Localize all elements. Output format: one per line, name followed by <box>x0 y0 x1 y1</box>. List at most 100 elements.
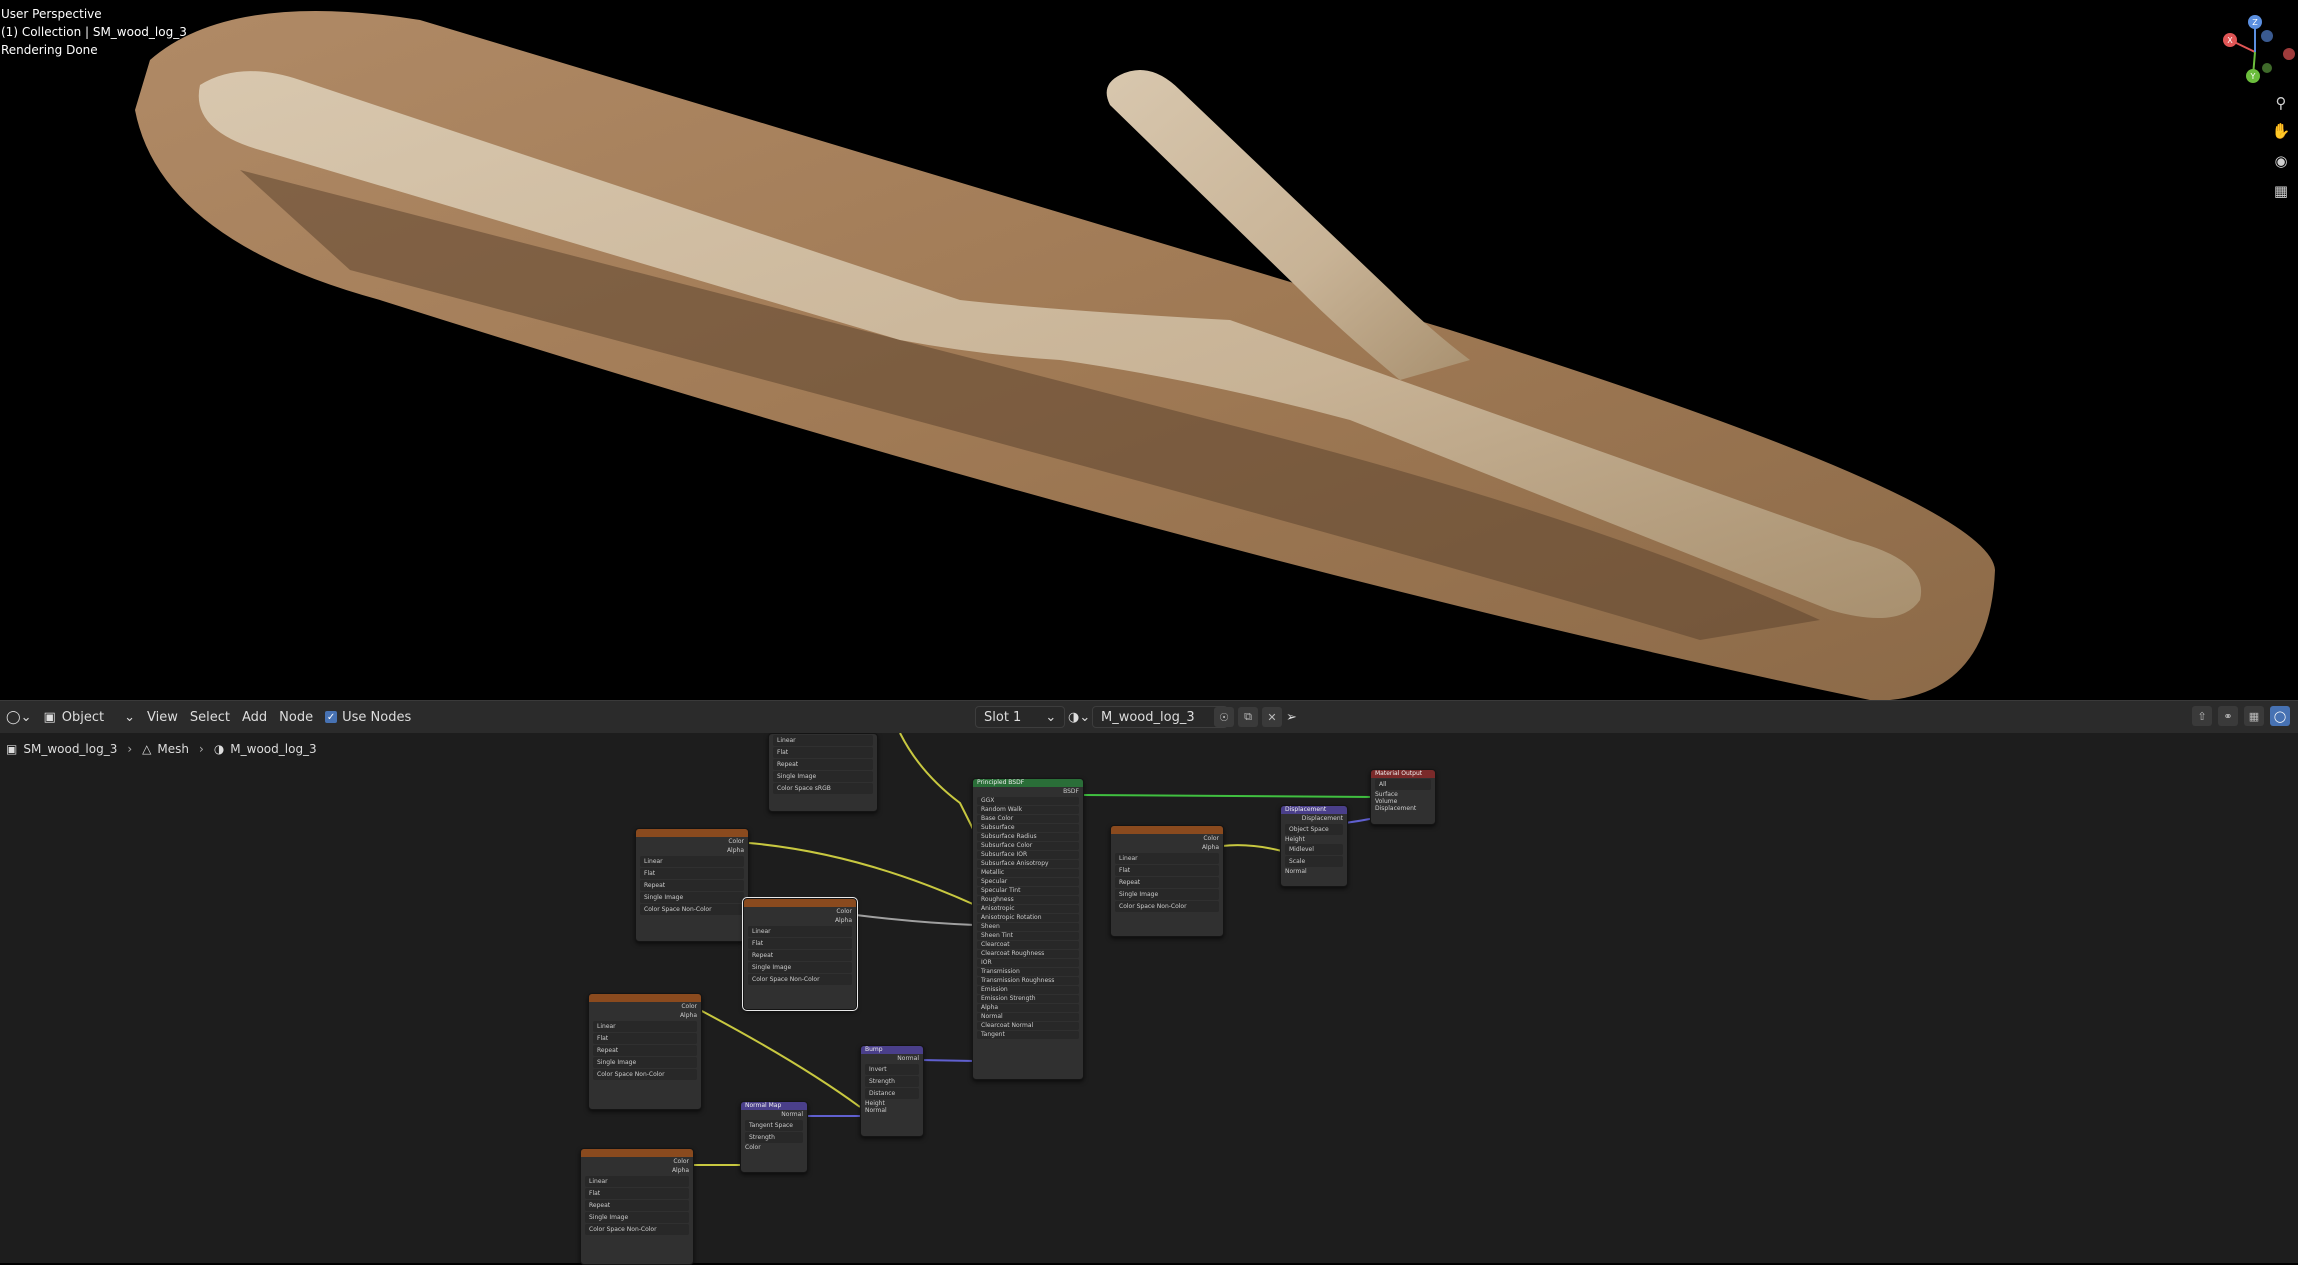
image-row-linear[interactable]: Linear <box>1115 853 1219 864</box>
node-header[interactable] <box>1111 826 1223 834</box>
node-editor[interactable]: Linear Flat Repeat Single Image Color Sp… <box>0 733 2298 1265</box>
zoom-icon[interactable]: ⚲ <box>2270 92 2292 114</box>
image-texture-node-bottom[interactable]: Color Alpha Linear Flat Repeat Single Im… <box>580 1148 694 1265</box>
node-header[interactable] <box>581 1149 693 1157</box>
breadcrumb-mesh[interactable]: △ Mesh <box>136 742 195 756</box>
bsdf-input-row[interactable]: Tangent <box>977 1031 1079 1039</box>
hand-pan-icon[interactable]: ✋ <box>2270 120 2292 142</box>
color-space-row[interactable]: Color Space Non-Color <box>748 974 852 985</box>
bsdf-input-row[interactable]: Clearcoat Roughness <box>977 950 1079 958</box>
bsdf-input-row[interactable]: Sheen <box>977 923 1079 931</box>
color-space-row[interactable]: Color Space Non-Color <box>1115 901 1219 912</box>
material-output-header[interactable]: Material Output <box>1371 770 1435 778</box>
bsdf-input-row[interactable]: Emission <box>977 986 1079 994</box>
node-header[interactable] <box>636 829 748 837</box>
tangent-space-row[interactable]: Tangent Space <box>745 1120 803 1131</box>
output-target-dropdown[interactable]: All <box>1375 779 1431 790</box>
color-space-row[interactable]: Color Space Non-Color <box>585 1224 689 1235</box>
image-row-repeat[interactable]: Repeat <box>748 950 852 961</box>
image-row-flat[interactable]: Flat <box>593 1033 697 1044</box>
bsdf-input-row[interactable]: Specular Tint <box>977 887 1079 895</box>
bsdf-input-row[interactable]: Anisotropic Rotation <box>977 914 1079 922</box>
navigation-gizmo[interactable]: X Y Z <box>2215 12 2295 92</box>
bsdf-input-row[interactable]: Subsurface Radius <box>977 833 1079 841</box>
parent-node-tree-icon[interactable]: ⇧ <box>2192 706 2212 726</box>
bsdf-input-row[interactable]: Transmission Roughness <box>977 977 1079 985</box>
editor-type-dropdown[interactable]: ◯ ⌄ <box>0 706 37 728</box>
bsdf-input-row[interactable]: Random Walk <box>977 806 1079 814</box>
bsdf-input-row[interactable]: Clearcoat Normal <box>977 1022 1079 1030</box>
normal-map-header[interactable]: Normal Map <box>741 1102 807 1110</box>
bump-header[interactable]: Bump <box>861 1046 923 1054</box>
distance-row[interactable]: Distance <box>865 1088 919 1099</box>
image-texture-node-left[interactable]: Color Alpha Linear Flat Repeat Single Im… <box>635 828 749 942</box>
image-row-repeat[interactable]: Repeat <box>1115 877 1219 888</box>
breadcrumb-object[interactable]: ▣ SM_wood_log_3 <box>0 742 123 756</box>
slot-dropdown[interactable]: Slot 1 ⌄ <box>975 706 1066 728</box>
bsdf-input-row[interactable]: Transmission <box>977 968 1079 976</box>
use-nodes-toggle[interactable]: ✓ Use Nodes <box>319 706 417 728</box>
image-row-single[interactable]: Single Image <box>748 962 852 973</box>
menu-view[interactable]: View <box>141 706 184 728</box>
fake-user-shield-icon[interactable]: ☉ <box>1214 707 1234 727</box>
image-row-single[interactable]: Single Image <box>640 892 744 903</box>
node-header[interactable] <box>589 994 701 1002</box>
color-space-row[interactable]: Color Space Non-Color <box>640 904 744 915</box>
menu-add[interactable]: Add <box>236 706 273 728</box>
bsdf-input-row[interactable]: Specular <box>977 878 1079 886</box>
menu-select[interactable]: Select <box>184 706 236 728</box>
displacement-node[interactable]: Displacement Displacement Object Space H… <box>1280 805 1348 887</box>
image-row-linear[interactable]: Linear <box>585 1176 689 1187</box>
image-row-flat[interactable]: Flat <box>1115 865 1219 876</box>
camera-icon[interactable]: ◉ <box>2270 150 2292 172</box>
object-mode-dropdown[interactable]: ▣ Object ⌄ <box>37 706 141 728</box>
breadcrumb-material[interactable]: ◑ M_wood_log_3 <box>208 742 323 756</box>
bsdf-input-row[interactable]: IOR <box>977 959 1079 967</box>
image-row-linear[interactable]: Linear <box>640 856 744 867</box>
bsdf-input-row[interactable]: Subsurface Color <box>977 842 1079 850</box>
image-row-repeat[interactable]: Repeat <box>773 759 873 770</box>
midlevel-row[interactable]: Midlevel <box>1285 844 1343 855</box>
bsdf-input-row[interactable]: Roughness <box>977 896 1079 904</box>
snapping-icon[interactable]: ⚭ <box>2218 706 2238 726</box>
image-row-linear[interactable]: Linear <box>748 926 852 937</box>
pin-icon[interactable]: ➢ <box>1280 706 1303 728</box>
bsdf-input-row[interactable]: Subsurface <box>977 824 1079 832</box>
bsdf-input-row[interactable]: Metallic <box>977 869 1079 877</box>
material-output-node[interactable]: Material Output All Surface Volume Displ… <box>1370 769 1436 825</box>
node-header[interactable] <box>744 899 856 907</box>
bsdf-input-row[interactable]: GGX <box>977 797 1079 805</box>
bsdf-input-row[interactable]: Alpha <box>977 1004 1079 1012</box>
bsdf-input-row[interactable]: Base Color <box>977 815 1079 823</box>
bsdf-input-row[interactable]: Normal <box>977 1013 1079 1021</box>
image-texture-node-lower[interactable]: Color Alpha Linear Flat Repeat Single Im… <box>588 993 702 1110</box>
image-row-flat[interactable]: Flat <box>773 747 873 758</box>
bsdf-input-row[interactable]: Sheen Tint <box>977 932 1079 940</box>
image-row-single[interactable]: Single Image <box>773 771 873 782</box>
bump-node[interactable]: Bump Normal Invert Strength Distance Hei… <box>860 1045 924 1137</box>
material-name-field[interactable]: M_wood_log_3 <box>1092 706 1228 728</box>
color-space-row[interactable]: Color Space sRGB <box>773 783 873 794</box>
strength-row[interactable]: Strength <box>865 1076 919 1087</box>
object-space-row[interactable]: Object Space <box>1285 824 1343 835</box>
snap-target-icon[interactable]: ▦ <box>2244 706 2264 726</box>
close-icon[interactable]: ✕ <box>1262 707 1282 727</box>
grid-icon[interactable]: ▦ <box>2270 180 2292 202</box>
bsdf-input-row[interactable]: Emission Strength <box>977 995 1079 1003</box>
image-row-single[interactable]: Single Image <box>585 1212 689 1223</box>
image-row-repeat[interactable]: Repeat <box>593 1045 697 1056</box>
bsdf-header[interactable]: Principled BSDF <box>973 779 1083 787</box>
duplicate-icon[interactable]: ⧉ <box>1238 707 1258 727</box>
scale-row[interactable]: Scale <box>1285 856 1343 867</box>
image-texture-node-selected[interactable]: Color Alpha Linear Flat Repeat Single Im… <box>742 897 858 1011</box>
displacement-header[interactable]: Displacement <box>1281 806 1347 814</box>
strength-row[interactable]: Strength <box>745 1132 803 1143</box>
image-row-single[interactable]: Single Image <box>593 1057 697 1068</box>
invert-checkbox[interactable]: Invert <box>865 1064 919 1075</box>
image-row-flat[interactable]: Flat <box>585 1188 689 1199</box>
bsdf-input-row[interactable]: Subsurface Anisotropy <box>977 860 1079 868</box>
image-row-flat[interactable]: Flat <box>640 868 744 879</box>
bsdf-input-row[interactable]: Subsurface IOR <box>977 851 1079 859</box>
normal-map-node[interactable]: Normal Map Normal Tangent Space Strength… <box>740 1101 808 1173</box>
color-space-row[interactable]: Color Space Non-Color <box>593 1069 697 1080</box>
